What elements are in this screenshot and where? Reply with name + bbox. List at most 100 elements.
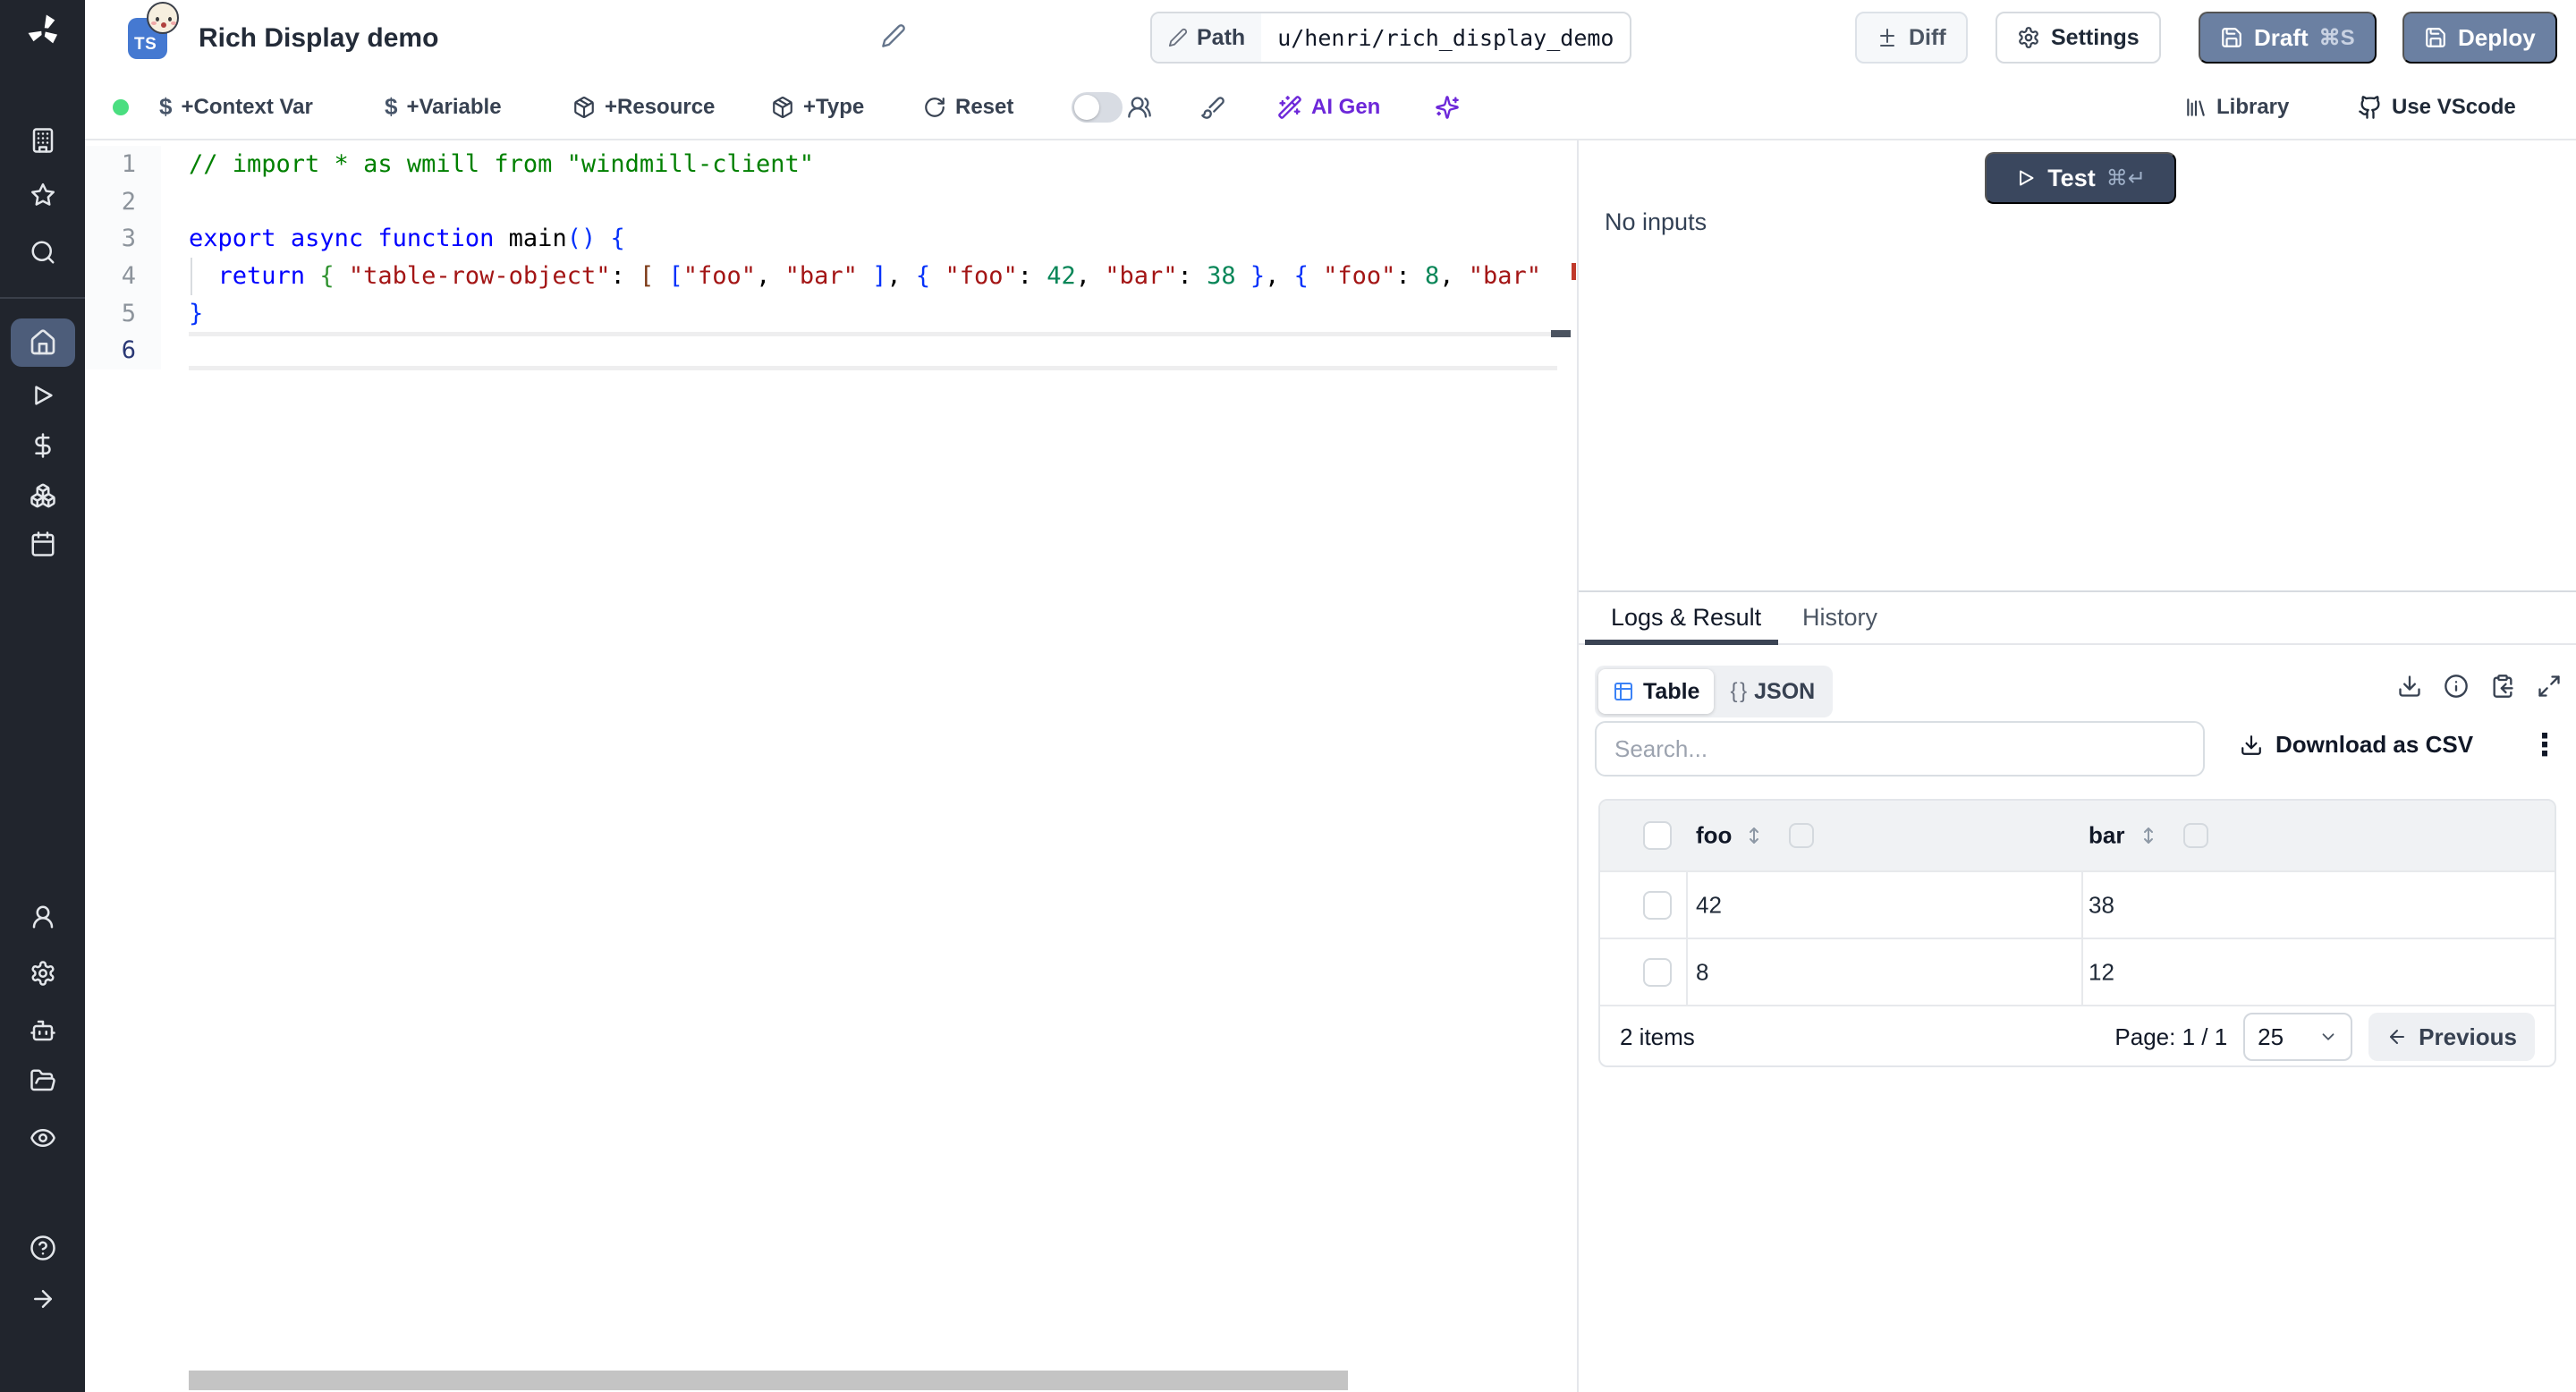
copy-result-button[interactable]: [2490, 674, 2515, 699]
sort-bar-button[interactable]: [2138, 825, 2159, 846]
add-resource-button[interactable]: +Resource: [572, 75, 715, 139]
view-table-button[interactable]: Table: [1598, 669, 1714, 714]
eye-icon: [30, 1125, 56, 1151]
collaborators-button[interactable]: [1127, 75, 1152, 139]
test-shortcut: ⌘↵: [2106, 166, 2146, 191]
bot-icon: [30, 1017, 56, 1044]
dollar-icon: $: [159, 93, 172, 121]
sidebar-item-favorites[interactable]: [14, 173, 72, 217]
column-header-bar[interactable]: bar: [2089, 822, 2124, 850]
row-checkbox[interactable]: [1643, 891, 1672, 920]
overview-ruler-error-mark: [1572, 263, 1576, 280]
status-dot: [113, 99, 129, 115]
table-row[interactable]: 8 12: [1600, 938, 2555, 1005]
expand-result-button[interactable]: [2537, 674, 2562, 699]
pencil-icon: [1168, 28, 1188, 47]
column-header-foo[interactable]: foo: [1696, 822, 1732, 850]
line-number: 4: [85, 258, 161, 295]
path-value[interactable]: u/henri/rich_display_demo: [1261, 13, 1630, 62]
ai-sparkles-button[interactable]: [1435, 75, 1460, 139]
boxes-icon: [30, 482, 56, 509]
test-button[interactable]: Test ⌘↵: [1985, 152, 2176, 204]
line-number: 6: [85, 332, 161, 369]
code-line[interactable]: // import * as wmill from "windmill-clie…: [189, 146, 1559, 183]
sidebar-item-search[interactable]: [14, 230, 72, 275]
calendar-icon: [30, 530, 56, 557]
code-editor[interactable]: 123456 // import * as wmill from "windmi…: [85, 140, 1577, 1392]
horizontal-scrollbar[interactable]: [189, 1371, 1348, 1390]
download-csv-button[interactable]: Download as CSV: [2240, 731, 2473, 759]
column-foo-checkbox[interactable]: [1789, 823, 1814, 848]
add-variable-button[interactable]: $ +Variable: [385, 75, 502, 139]
code-line[interactable]: export async function main() {: [189, 220, 1559, 258]
sidebar-item-help[interactable]: [14, 1226, 72, 1270]
library-button[interactable]: Library: [2184, 75, 2289, 139]
line-number: 5: [85, 295, 161, 333]
result-info-button[interactable]: [2444, 674, 2469, 699]
edit-summary-button[interactable]: [881, 23, 906, 48]
multiplayer-toggle[interactable]: [1072, 92, 1123, 123]
add-context-var-button[interactable]: $ +Context Var: [159, 75, 313, 139]
github-icon: [2358, 95, 2383, 120]
column-bar-checkbox[interactable]: [2183, 823, 2208, 848]
sidebar-item-resources[interactable]: [14, 473, 72, 518]
sidebar-divider: [0, 297, 85, 299]
table-row[interactable]: 42 38: [1600, 870, 2555, 938]
format-code-button[interactable]: [1200, 75, 1225, 139]
package-icon: [572, 96, 596, 119]
sidebar-item-runs[interactable]: [14, 373, 72, 418]
sidebar-item-home[interactable]: [11, 318, 75, 367]
code-content[interactable]: // import * as wmill from "windmill-clie…: [189, 146, 1559, 369]
package-icon: [771, 96, 794, 119]
search-icon: [30, 239, 56, 266]
sidebar-expand-button[interactable]: [14, 1277, 72, 1321]
view-json-button[interactable]: { } JSON: [1716, 669, 1829, 714]
gear-icon: [2017, 26, 2040, 49]
code-line[interactable]: return { "table-row-object": [ ["foo", "…: [189, 258, 1559, 295]
sidebar-item-building[interactable]: [14, 118, 72, 163]
sidebar-item-audit[interactable]: [14, 1116, 72, 1160]
table-search-input[interactable]: [1595, 721, 2205, 777]
code-line[interactable]: [189, 183, 1559, 221]
reset-button[interactable]: Reset: [923, 75, 1013, 139]
braces-icon: { }: [1730, 679, 1745, 704]
download-result-button[interactable]: [2397, 674, 2422, 699]
code-line[interactable]: [189, 332, 1559, 369]
save-icon: [2424, 26, 2447, 49]
sort-foo-button[interactable]: [1743, 825, 1765, 846]
panel-divider: [1579, 590, 2576, 592]
tab-logs-result[interactable]: Logs & Result: [1611, 604, 1761, 632]
home-icon: [29, 328, 57, 357]
table-icon: [1613, 681, 1634, 702]
sort-icon: [1743, 825, 1765, 846]
diff-button[interactable]: Diff: [1855, 12, 1968, 64]
use-vscode-button[interactable]: Use VScode: [2358, 75, 2516, 139]
sidebar-item-schedules[interactable]: [14, 522, 72, 566]
page-size-select[interactable]: 25: [2243, 1013, 2352, 1061]
table-menu-button[interactable]: ⋮: [2529, 726, 2560, 765]
table-footer: 2 items Page: 1 / 1 25 Previous: [1600, 1005, 2555, 1067]
library-icon: [2184, 96, 2207, 119]
select-all-checkbox[interactable]: [1643, 821, 1672, 850]
line-number: 2: [85, 183, 161, 221]
previous-page-button[interactable]: Previous: [2368, 1013, 2535, 1061]
cell-foo: 42: [1696, 891, 1722, 919]
settings-button[interactable]: Settings: [1996, 12, 2161, 64]
sidebar-item-variables[interactable]: [14, 423, 72, 468]
windmill-logo[interactable]: [24, 11, 62, 48]
row-checkbox[interactable]: [1643, 958, 1672, 987]
sort-icon: [2138, 825, 2159, 846]
ai-gen-button[interactable]: AI Gen: [1277, 75, 1380, 139]
code-line[interactable]: }: [189, 295, 1559, 333]
draft-button[interactable]: Draft ⌘S: [2199, 12, 2377, 64]
tab-history[interactable]: History: [1802, 604, 1877, 632]
pencil-icon: [881, 23, 906, 48]
sidebar-item-folders[interactable]: [14, 1058, 72, 1103]
path-field[interactable]: Path u/henri/rich_display_demo: [1150, 12, 1631, 64]
deploy-button[interactable]: Deploy: [2402, 12, 2557, 64]
sidebar-item-workers[interactable]: [14, 1008, 72, 1053]
add-type-button[interactable]: +Type: [771, 75, 864, 139]
sidebar-item-account[interactable]: [14, 895, 72, 939]
sidebar-item-settings[interactable]: [14, 951, 72, 996]
result-action-icons: [2397, 674, 2562, 699]
